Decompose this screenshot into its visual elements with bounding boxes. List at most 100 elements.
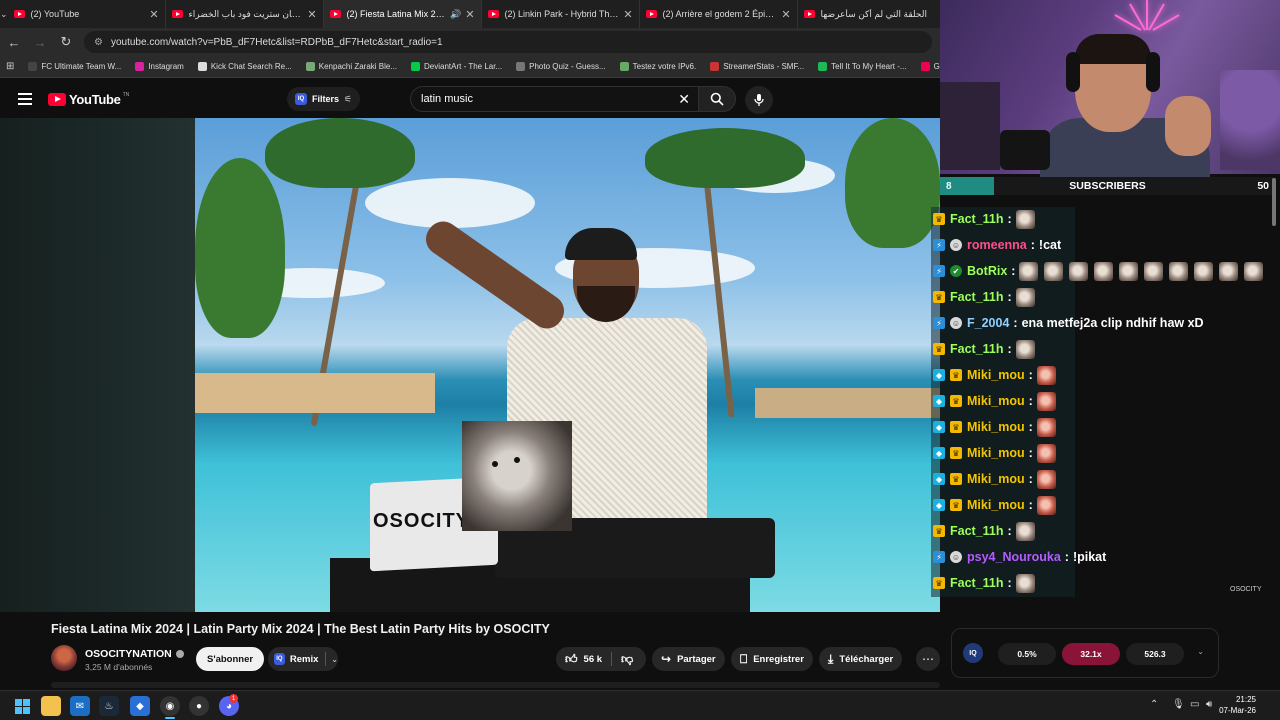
search-input[interactable]: latin music ✕ bbox=[410, 86, 698, 112]
search-button[interactable] bbox=[698, 86, 736, 112]
voice-search-button[interactable] bbox=[745, 86, 773, 114]
like-count[interactable]: 56 k bbox=[584, 654, 603, 665]
bookmark-item[interactable]: StreamerStats - SMF... bbox=[710, 62, 804, 71]
browser-tab[interactable]: (2) Fiesta Latina Mix 2024 | 🔊 ✕ bbox=[323, 0, 482, 28]
bookmark-item[interactable]: DeviantArt - The Lar... bbox=[411, 62, 502, 71]
iq-extension-logo[interactable]: IQ bbox=[963, 643, 983, 663]
search-icon bbox=[710, 92, 724, 106]
channel-avatar[interactable] bbox=[51, 645, 77, 671]
share-icon: ↪ bbox=[661, 652, 672, 666]
subscribe-button[interactable]: S'abonner bbox=[196, 647, 265, 671]
tray-expand-icon[interactable]: ⌃ bbox=[1150, 699, 1158, 710]
steam-icon[interactable]: ♨ bbox=[99, 696, 119, 716]
bookmark-item[interactable]: Kick Chat Search Re... bbox=[197, 62, 292, 71]
chat-username[interactable]: Miki_mou bbox=[967, 446, 1025, 460]
chat-username[interactable]: Fact_11h bbox=[950, 290, 1004, 304]
bookmark-item[interactable]: Photo Quiz - Guess... bbox=[516, 62, 606, 71]
close-tab-icon[interactable]: ✕ bbox=[149, 8, 158, 21]
remix-button[interactable]: IQ Remix ⌄ bbox=[268, 647, 338, 671]
chat-username[interactable]: Miki_mou bbox=[967, 420, 1025, 434]
channel-name-link[interactable]: OSOCITYNATION bbox=[85, 648, 184, 660]
thumbs-up-icon[interactable]: 👍︎ bbox=[565, 652, 578, 667]
chat-username[interactable]: Fact_11h bbox=[950, 212, 1004, 226]
close-tab-icon[interactable]: ✕ bbox=[307, 8, 316, 21]
back-icon[interactable]: ← bbox=[2, 30, 26, 54]
chrome-icon[interactable]: ◉ bbox=[160, 696, 180, 716]
youtube-logo[interactable]: YouTube TN bbox=[48, 92, 129, 107]
bookmark-item[interactable]: Instagram bbox=[135, 62, 184, 71]
download-button[interactable]: ⤓ Télécharger bbox=[819, 647, 903, 671]
chat-emote bbox=[1194, 261, 1214, 281]
chat-username[interactable]: romeenna bbox=[967, 238, 1027, 252]
chat-username[interactable]: F_2004 bbox=[967, 316, 1009, 330]
audio-playing-icon[interactable]: 🔊 bbox=[450, 9, 461, 20]
chat-username[interactable]: psy4_Nourouka bbox=[967, 550, 1061, 564]
subscriber-goal-label: SUBSCRIBERS bbox=[1069, 180, 1146, 192]
site-info-icon[interactable]: ⚙ bbox=[94, 37, 103, 48]
chat-message: ⚡ ☺ F_2004: ena metfej2a clip ndhif haw xD bbox=[931, 311, 1204, 335]
url-input[interactable]: ⚙ youtube.com/watch?v=PbB_dF7Hetc&list=R… bbox=[84, 31, 932, 53]
save-button[interactable]: ⎕ Enregistrer bbox=[731, 647, 813, 671]
more-actions-icon[interactable]: ⋯ bbox=[916, 647, 940, 671]
youtube-favicon-icon bbox=[645, 10, 657, 18]
bookmark-item[interactable]: Testez votre IPv6. bbox=[619, 62, 696, 71]
chat-username[interactable]: Miki_mou bbox=[967, 472, 1025, 486]
chat-username[interactable]: Fact_11h bbox=[950, 524, 1004, 538]
horizontal-scrollbar[interactable] bbox=[51, 682, 940, 688]
chevron-down-icon[interactable]: ⌄ bbox=[1197, 647, 1204, 656]
chat-emote bbox=[1036, 469, 1056, 489]
share-button[interactable]: ↪ Partager bbox=[652, 647, 725, 671]
browser-tab[interactable]: (2) Arrière el godem 2 Épisode ✕ bbox=[640, 0, 798, 28]
chat-message: ⚡ ✔ BotRix: bbox=[931, 259, 1269, 283]
chevron-down-icon[interactable]: ⌄ bbox=[331, 655, 338, 664]
thumbs-down-icon[interactable]: 👎︎ bbox=[621, 652, 633, 667]
remix-label: Remix bbox=[289, 653, 319, 665]
extension-stat-pill[interactable]: 32.1x bbox=[1062, 643, 1120, 665]
channel-name: OSOCITYNATION bbox=[85, 648, 172, 660]
tab-search-button[interactable]: ⌄ bbox=[0, 0, 8, 28]
browser-tab[interactable]: الحلقة التي لم أكن سأعرضها✕ bbox=[798, 0, 956, 28]
chat-username[interactable]: Fact_11h bbox=[950, 576, 1004, 590]
youtube-play-icon bbox=[48, 92, 66, 106]
clear-search-icon[interactable]: ✕ bbox=[678, 91, 690, 108]
browser-tab[interactable]: (2) YouTube ✕ bbox=[8, 0, 166, 28]
file-explorer-icon[interactable] bbox=[41, 696, 61, 716]
outlook-icon[interactable]: ✉ bbox=[70, 696, 90, 716]
close-tab-icon[interactable]: ✕ bbox=[781, 8, 790, 21]
blue-badge-icon: ⚡ bbox=[933, 317, 945, 329]
extension-stat-pill[interactable]: 526.3 bbox=[1126, 643, 1184, 665]
chat-username[interactable]: Miki_mou bbox=[967, 394, 1025, 408]
bookmark-item[interactable]: Globa bbox=[920, 62, 940, 71]
browser-tab[interactable]: (2) Linkin Park - Hybrid Theory ✕ bbox=[482, 0, 640, 28]
browser-tab[interactable]: مهرجان ستريت فود باب الخضراء ✕ bbox=[166, 0, 324, 28]
chat-username[interactable]: Fact_11h bbox=[950, 342, 1004, 356]
chat-username[interactable]: BotRix bbox=[967, 264, 1007, 278]
menu-icon[interactable] bbox=[18, 93, 32, 105]
bookmark-icon: ⎕ bbox=[740, 651, 748, 666]
bookmark-item[interactable]: FC Ultimate Team W... bbox=[28, 62, 121, 71]
chat-username[interactable]: Miki_mou bbox=[967, 498, 1025, 512]
chat-username[interactable]: Miki_mou bbox=[967, 368, 1025, 382]
extension-stat-pill[interactable]: 0.5% bbox=[998, 643, 1056, 665]
close-tab-icon[interactable]: ✕ bbox=[623, 8, 632, 21]
reload-icon[interactable]: ↻ bbox=[54, 30, 78, 54]
bookmark-item[interactable]: Tell It To My Heart -... bbox=[818, 62, 907, 71]
obs-icon[interactable]: ● bbox=[189, 696, 209, 716]
video-title: Fiesta Latina Mix 2024 | Latin Party Mix… bbox=[51, 622, 550, 636]
cube-badge-icon: ◆ bbox=[933, 447, 945, 459]
volume-icon[interactable]: 🔊︎ bbox=[1206, 699, 1212, 710]
bookmark-item[interactable]: Kenpachi Zaraki Ble... bbox=[305, 62, 397, 71]
system-clock[interactable]: 21:25 07-Mar-26 bbox=[1219, 694, 1256, 716]
app-icon[interactable]: ◆ bbox=[130, 696, 150, 716]
network-icon[interactable]: ▭ bbox=[1190, 699, 1199, 710]
filters-button[interactable]: IQ Filters ⚟ bbox=[287, 87, 361, 111]
apps-grid-icon[interactable]: ⊞ bbox=[6, 61, 14, 72]
chat-text: !pikat bbox=[1072, 550, 1107, 564]
microphone-tray-icon[interactable]: 🎙︎ bbox=[1172, 699, 1185, 710]
chat-emote bbox=[1019, 261, 1039, 281]
forward-icon[interactable]: → bbox=[28, 30, 52, 54]
video-player[interactable]: OSOCITY bbox=[0, 118, 940, 612]
start-button[interactable] bbox=[12, 696, 32, 716]
close-tab-icon[interactable]: ✕ bbox=[465, 8, 474, 21]
video-frame[interactable]: OSOCITY bbox=[195, 118, 940, 612]
